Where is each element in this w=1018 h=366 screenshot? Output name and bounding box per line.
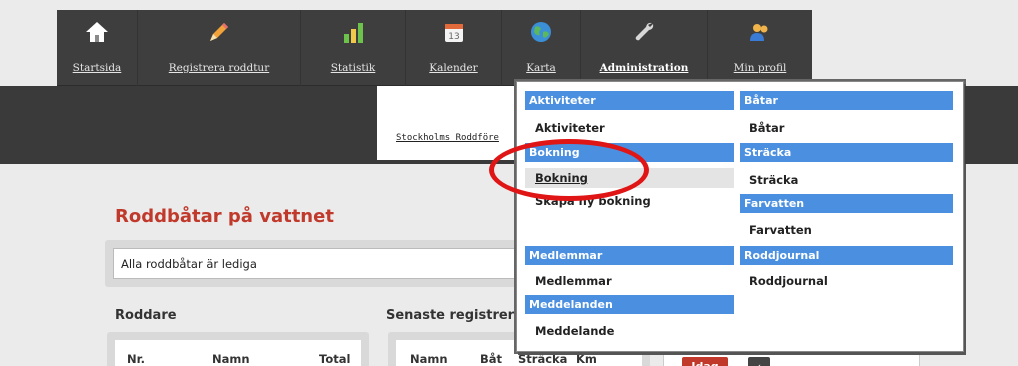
nav-label-kalender: Kalender: [429, 62, 478, 74]
col-nr[interactable]: Nr.: [127, 352, 145, 366]
col-namn[interactable]: Namn: [410, 352, 448, 366]
bar-chart-icon: [344, 23, 363, 43]
nav-min-profil[interactable]: Min profil: [708, 10, 812, 86]
nav-startsida[interactable]: Startsida: [57, 10, 137, 86]
menu-header-meddelanden: Meddelanden: [525, 295, 734, 314]
globe-icon: [531, 22, 551, 42]
nav-label-min-profil: Min profil: [733, 62, 787, 74]
rowers-panel: Nr. Namn Total: [107, 332, 369, 366]
nav-label-karta: Karta: [526, 62, 556, 74]
menu-header-aktiviteter: Aktiviteter: [525, 91, 734, 110]
menu-header-batar: Båtar: [740, 91, 953, 110]
administration-dropdown: Aktiviteter Aktiviteter Bokning Bokning …: [516, 81, 964, 352]
nav-label-statistik: Statistik: [330, 62, 376, 74]
nav-label-startsida: Startsida: [72, 62, 122, 74]
col-total[interactable]: Total: [319, 352, 350, 366]
user-icon: [750, 24, 768, 41]
nav-statistik[interactable]: Statistik: [301, 10, 405, 86]
calendar-day: 13: [448, 32, 459, 42]
club-link[interactable]: Stockholms Roddföre: [396, 133, 499, 143]
menu-item-medlemmar[interactable]: Medlemmar: [535, 274, 612, 288]
menu-item-meddelande[interactable]: Meddelande: [535, 324, 614, 338]
nav-administration[interactable]: Administration: [581, 10, 707, 86]
main-navbar: Startsida Registrera roddtur Statistik 1…: [57, 10, 812, 86]
highlight-ring: [489, 139, 649, 201]
rowers-title: Roddare: [115, 308, 177, 323]
banner-right-strip: [965, 86, 1018, 164]
page: Startsida Registrera roddtur Statistik 1…: [0, 0, 1018, 366]
today-button[interactable]: Idag: [682, 357, 728, 366]
menu-header-farvatten: Farvatten: [740, 194, 953, 213]
pencil-icon: [210, 23, 228, 41]
menu-header-roddjournal: Roddjournal: [740, 246, 953, 265]
nav-karta[interactable]: Karta: [502, 10, 580, 86]
calendar-icon: 13: [444, 24, 463, 42]
prev-button[interactable]: ‹: [748, 357, 770, 366]
nav-registrera-roddtur[interactable]: Registrera roddtur: [138, 10, 300, 86]
nav-label-registrera-roddtur: Registrera roddtur: [168, 62, 270, 74]
nav-label-administration: Administration: [599, 62, 689, 74]
col-km[interactable]: Km: [576, 352, 597, 366]
latest-title: Senaste registrer: [386, 308, 515, 323]
status-box: Alla roddbåtar är lediga: [113, 248, 523, 279]
menu-header-stracka: Sträcka: [740, 143, 953, 162]
menu-item-roddjournal[interactable]: Roddjournal: [749, 274, 828, 288]
menu-header-medlemmar: Medlemmar: [525, 246, 734, 265]
wrench-icon: [635, 22, 654, 41]
club-card: Stockholms Roddföre: [377, 86, 517, 160]
rowers-table: Nr. Namn Total: [115, 340, 361, 366]
col-bat[interactable]: Båt: [480, 352, 502, 366]
nav-kalender[interactable]: 13 Kalender: [406, 10, 501, 86]
col-namn[interactable]: Namn: [212, 352, 250, 366]
home-icon: [86, 22, 108, 42]
menu-item-stracka[interactable]: Sträcka: [749, 173, 798, 187]
status-text: Alla roddbåtar är lediga: [121, 257, 257, 271]
menu-item-aktiviteter[interactable]: Aktiviteter: [535, 121, 605, 135]
page-title: Roddbåtar på vattnet: [115, 206, 334, 227]
menu-item-farvatten[interactable]: Farvatten: [749, 223, 812, 237]
col-stracka[interactable]: Sträcka: [518, 352, 567, 366]
menu-item-batar[interactable]: Båtar: [749, 121, 784, 135]
